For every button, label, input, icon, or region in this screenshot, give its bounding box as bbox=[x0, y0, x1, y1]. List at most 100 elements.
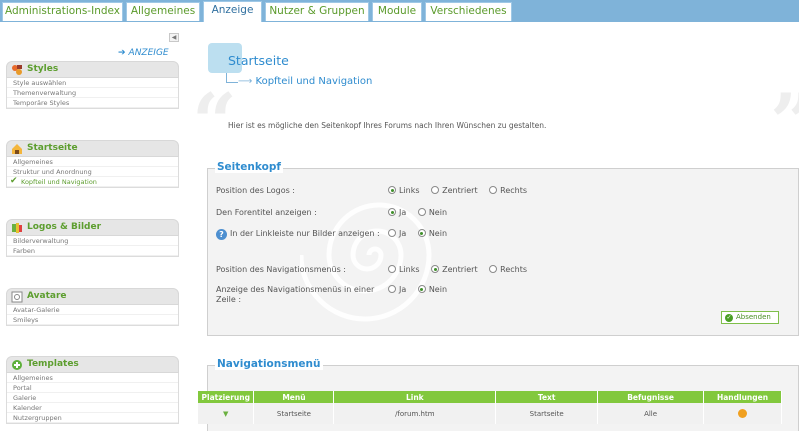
table-cell: /forum.htm bbox=[333, 403, 497, 424]
seitenkopf-panel: Seitenkopf Position des Logos : Links Ze… bbox=[207, 161, 799, 336]
radio-option[interactable]: Links bbox=[388, 186, 420, 195]
radio-option[interactable]: Ja bbox=[388, 285, 406, 294]
check-icon: ✓ bbox=[725, 314, 733, 322]
column-header[interactable]: Handlungen bbox=[703, 391, 782, 403]
radio-option[interactable]: Zentriert bbox=[431, 186, 478, 195]
column-header[interactable]: Menü bbox=[253, 391, 335, 403]
form-row-linkbar-images: ? In der Linkleiste nur Bilder anzeigen :… bbox=[216, 229, 776, 251]
section-legend: Navigationsmenü bbox=[215, 358, 323, 370]
table-cell: Startseite bbox=[253, 403, 335, 424]
radio-option[interactable]: Rechts bbox=[489, 265, 527, 274]
table-cell: Startseite bbox=[495, 403, 599, 424]
radio-icon bbox=[388, 285, 396, 293]
styles-icon bbox=[12, 65, 22, 75]
radio-icon bbox=[417, 208, 426, 216]
radio-group: Links Zentriert Rechts bbox=[388, 186, 536, 195]
sidebar-box-startseite: Startseite Allgemeines Struktur und Anor… bbox=[6, 140, 179, 188]
help-icon[interactable]: ? bbox=[216, 229, 227, 240]
arrow-right-icon: ⟶ bbox=[238, 76, 256, 87]
radio-option[interactable]: Nein bbox=[417, 229, 447, 238]
submit-button[interactable]: ✓ Absenden bbox=[721, 311, 779, 324]
tab-nutzer-gruppen[interactable]: Nutzer & Gruppen bbox=[265, 2, 369, 21]
templates-icon bbox=[12, 360, 22, 370]
table-cell: Alle bbox=[597, 403, 705, 424]
sidebar-item[interactable]: Portal bbox=[7, 383, 178, 393]
sidebar-item-current[interactable]: ✔ Kopfteil und Navigation bbox=[7, 176, 178, 187]
sidebar-item[interactable]: Struktur und Anordnung bbox=[7, 167, 178, 177]
table-cell bbox=[703, 403, 782, 424]
radio-group: Links Zentriert Rechts bbox=[388, 265, 536, 274]
sidebar-item[interactable]: Nutzergruppen bbox=[7, 413, 178, 423]
sidebar-box-avatare: Avatare Avatar-Galerie Smileys bbox=[6, 288, 179, 326]
form-row-nav-single-line: Anzeige des Navigationsmenüs in einer Ze… bbox=[216, 285, 776, 307]
radio-icon bbox=[489, 265, 498, 273]
radio-icon bbox=[431, 186, 440, 194]
tab-module[interactable]: Module bbox=[372, 2, 422, 21]
radio-option[interactable]: Zentriert bbox=[431, 265, 478, 274]
sidebar-box-logos-bilder: Logos & Bilder Bilderverwaltung Farben bbox=[6, 219, 179, 257]
sidebar-item[interactable]: Farben bbox=[7, 246, 178, 256]
sidebar-item[interactable]: Style auswählen bbox=[7, 78, 178, 88]
radio-icon bbox=[388, 229, 396, 237]
sidebar-item[interactable]: Allgemeines bbox=[7, 157, 178, 167]
avatar-icon bbox=[11, 291, 23, 303]
section-legend: Seitenkopf bbox=[215, 161, 283, 173]
radio-selected-icon bbox=[431, 265, 440, 273]
chevron-left-icon[interactable]: ◀ bbox=[169, 33, 179, 42]
tab-allgemeines[interactable]: Allgemeines bbox=[126, 2, 200, 21]
sidebar-box-header[interactable]: Avatare bbox=[6, 288, 179, 305]
radio-selected-icon bbox=[417, 229, 426, 237]
radio-option[interactable]: Rechts bbox=[489, 186, 527, 195]
sidebar-box-styles: Styles Style auswählen Themenverwaltung … bbox=[6, 61, 179, 109]
column-header[interactable]: Link bbox=[333, 391, 497, 403]
sidebar-item[interactable]: Avatar-Galerie bbox=[7, 305, 178, 315]
sidebar-item[interactable]: Themenverwaltung bbox=[7, 88, 178, 98]
radio-icon bbox=[388, 265, 396, 273]
sidebar-box-header[interactable]: Templates bbox=[6, 356, 179, 373]
sidebar-item[interactable]: Smileys bbox=[7, 315, 178, 325]
sidebar-item[interactable]: Bilderverwaltung bbox=[7, 236, 178, 246]
sidebar-item[interactable]: Temporäre Styles bbox=[7, 98, 178, 108]
sidebar-box-header[interactable]: Startseite bbox=[6, 140, 179, 157]
page-subtitle: ⟶ Kopfteil und Navigation bbox=[238, 76, 373, 87]
column-header[interactable]: Text bbox=[495, 391, 599, 403]
swirl-decoration bbox=[300, 202, 432, 322]
tab-administrations-index[interactable]: Administrations-Index bbox=[2, 2, 123, 21]
page-title: Startseite bbox=[228, 53, 289, 68]
radio-icon bbox=[489, 186, 498, 194]
radio-option[interactable]: Ja bbox=[388, 229, 406, 238]
main-content: Startseite ⟶ Kopfteil und Navigation “ ”… bbox=[190, 22, 799, 431]
form-row-forum-title: Den Forentitel anzeigen : Ja Nein bbox=[216, 208, 776, 220]
column-header[interactable]: Befugnisse bbox=[597, 391, 705, 403]
column-header[interactable]: Platzierung bbox=[198, 391, 255, 403]
sidebar-item[interactable]: Allgemeines bbox=[7, 373, 178, 383]
radio-selected-icon bbox=[417, 285, 426, 293]
sidebar: ◀ ➔ ANZEIGE Styles Style auswählen Themen… bbox=[0, 22, 190, 431]
radio-option[interactable]: Nein bbox=[417, 208, 447, 217]
sidebar-box-header[interactable]: Logos & Bilder bbox=[6, 219, 179, 236]
table-header-row: Platzierung Menü Link Text Befugnisse Ha… bbox=[198, 391, 782, 403]
sidebar-box-header[interactable]: Styles bbox=[6, 61, 179, 78]
down-arrow-icon[interactable]: ▼ bbox=[223, 410, 228, 418]
tab-anzeige[interactable]: Anzeige bbox=[203, 1, 262, 22]
table-cell: ▼ bbox=[198, 403, 255, 424]
edit-icon[interactable] bbox=[738, 408, 747, 418]
check-icon: ✔ bbox=[10, 176, 18, 186]
radio-option[interactable]: Nein bbox=[417, 285, 447, 294]
sidebar-item[interactable]: Kalender bbox=[7, 403, 178, 413]
radio-group: Ja Nein bbox=[388, 229, 456, 238]
arrow-right-icon: ➔ bbox=[118, 48, 126, 58]
sidebar-item[interactable]: Galerie bbox=[7, 393, 178, 403]
home-icon bbox=[12, 144, 22, 154]
radio-selected-icon bbox=[388, 208, 396, 216]
sidebar-box-templates: Templates Allgemeines Portal Galerie Kal… bbox=[6, 356, 179, 424]
radio-selected-icon bbox=[388, 186, 396, 194]
intro-text: Hier ist es mögliche den Seitenkopf Ihre… bbox=[228, 121, 547, 130]
radio-option[interactable]: Ja bbox=[388, 208, 406, 217]
form-row-logo-position: Position des Logos : Links Zentriert Rec… bbox=[216, 186, 776, 198]
form-row-nav-position: Position des Navigationsmenüs : Links Ze… bbox=[216, 265, 776, 277]
radio-option[interactable]: Links bbox=[388, 265, 420, 274]
section-link-anzeige[interactable]: ➔ ANZEIGE bbox=[118, 48, 169, 58]
tab-verschiedenes[interactable]: Verschiedenes bbox=[425, 2, 512, 21]
radio-group: Ja Nein bbox=[388, 208, 456, 217]
